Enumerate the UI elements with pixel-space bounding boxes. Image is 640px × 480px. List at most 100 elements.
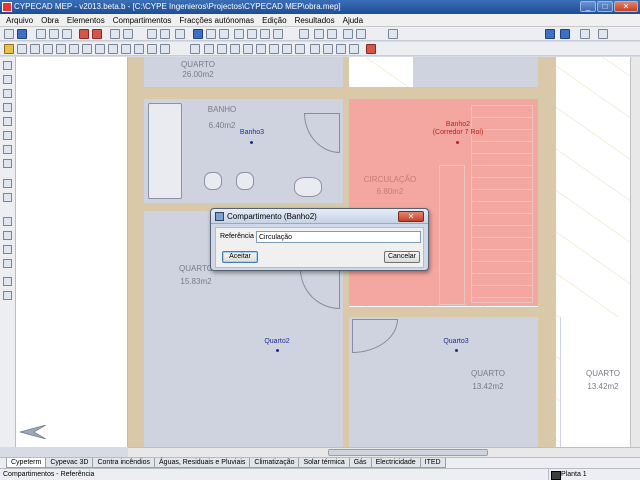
menu-compartimentos[interactable]: Compartimentos [109, 16, 176, 25]
folder-icon[interactable] [4, 44, 14, 54]
camera-icon[interactable] [79, 29, 89, 39]
stretch-icon[interactable] [243, 44, 253, 54]
room-icon[interactable] [3, 89, 12, 98]
tab-electricidade[interactable]: Electricidade [370, 458, 421, 468]
room-edit-icon[interactable] [3, 103, 12, 112]
list-icon[interactable] [95, 44, 105, 54]
move-icon[interactable] [204, 44, 214, 54]
reference-icon[interactable] [3, 159, 12, 168]
menu-ajuda[interactable]: Ajuda [339, 16, 367, 25]
delete-icon[interactable] [366, 44, 376, 54]
check2-icon[interactable] [310, 44, 320, 54]
hammer-icon[interactable] [3, 75, 12, 84]
options-icon[interactable] [17, 44, 27, 54]
height-icon[interactable] [3, 217, 12, 226]
zoom-in-icon[interactable] [247, 29, 257, 39]
group-icon[interactable] [349, 44, 359, 54]
help-icon[interactable] [560, 29, 570, 39]
wrench-icon[interactable] [36, 29, 46, 39]
scroll-thumb[interactable] [328, 449, 488, 456]
select-icon[interactable] [323, 44, 333, 54]
menu-fraccoes[interactable]: Fracções autónomas [175, 16, 258, 25]
arrow-up-icon[interactable] [147, 29, 157, 39]
menu-edicao[interactable]: Edição [258, 16, 290, 25]
table-icon[interactable] [43, 44, 53, 54]
layers2-icon[interactable] [69, 44, 79, 54]
info-icon[interactable] [580, 29, 590, 39]
layers-icon[interactable] [327, 29, 337, 39]
redraw-icon[interactable] [193, 29, 203, 39]
menu-resultados[interactable]: Resultados [291, 16, 339, 25]
minimize-button[interactable]: _ [580, 1, 596, 12]
menu-obra[interactable]: Obra [37, 16, 63, 25]
dialog-close-button[interactable]: ✕ [398, 211, 424, 222]
trim-icon[interactable] [282, 44, 292, 54]
tab-gas[interactable]: Gás [348, 458, 372, 468]
room-copy-icon[interactable] [3, 117, 12, 126]
new-file-icon[interactable] [4, 29, 14, 39]
check-icon[interactable] [82, 44, 92, 54]
height3-icon[interactable] [3, 245, 12, 254]
tab-contra-incendios[interactable]: Contra incêndios [92, 458, 156, 468]
ortho-icon[interactable] [343, 29, 353, 39]
room-delete-icon[interactable] [3, 131, 12, 140]
grid-icon[interactable] [356, 29, 366, 39]
hatch-icon[interactable] [3, 145, 12, 154]
maximize-button[interactable]: □ [597, 1, 613, 12]
assign-icon[interactable] [336, 44, 346, 54]
join-icon[interactable] [3, 193, 12, 202]
redo-icon[interactable] [123, 29, 133, 39]
print-icon[interactable] [299, 29, 309, 39]
tab-cypeterm[interactable]: Cypeterm [6, 458, 47, 468]
info2-icon[interactable] [295, 44, 305, 54]
dimension-icon[interactable] [314, 29, 324, 39]
mirror-icon[interactable] [230, 44, 240, 54]
rotate-icon[interactable] [217, 44, 227, 54]
room-top-right[interactable] [413, 57, 538, 87]
level-select-icon[interactable] [160, 29, 170, 39]
pointer-icon[interactable] [3, 61, 12, 70]
menu-elementos[interactable]: Elementos [63, 16, 109, 25]
horizontal-scrollbar[interactable] [128, 447, 640, 457]
undo-icon[interactable] [110, 29, 120, 39]
floor-indicator[interactable]: Planta 1 [548, 469, 587, 480]
measure2-icon[interactable] [3, 259, 12, 268]
menu-arquivo[interactable]: Arquivo [2, 16, 37, 25]
tab-aguas[interactable]: Águas, Residuais e Pluviais [154, 458, 251, 468]
edit-icon[interactable] [134, 44, 144, 54]
zoom-window-icon[interactable] [234, 29, 244, 39]
pipe-icon[interactable] [3, 291, 12, 300]
snap-icon[interactable] [121, 44, 131, 54]
split-icon[interactable] [3, 179, 12, 188]
measure-icon[interactable] [269, 44, 279, 54]
height2-icon[interactable] [3, 231, 12, 240]
pan-icon[interactable] [206, 29, 216, 39]
question-icon[interactable] [598, 29, 608, 39]
vertical-scrollbar[interactable] [630, 57, 640, 447]
view-icon[interactable] [62, 29, 72, 39]
render-icon[interactable] [92, 29, 102, 39]
copy-icon[interactable] [147, 44, 157, 54]
text-icon[interactable] [160, 44, 170, 54]
report-icon[interactable] [30, 44, 40, 54]
cursor-icon[interactable] [108, 44, 118, 54]
tab-solar[interactable]: Solar térmica [298, 458, 350, 468]
zoom-all-icon[interactable] [273, 29, 283, 39]
plant-icon[interactable] [3, 277, 12, 286]
drawing-icon[interactable] [56, 44, 66, 54]
referencia-input[interactable]: Circulação [256, 231, 421, 243]
tab-cypevac[interactable]: Cypevac 3D [45, 458, 94, 468]
tab-climatizacao[interactable]: Climatização [249, 458, 300, 468]
align-icon[interactable] [256, 44, 266, 54]
accept-button[interactable]: Aceitar [222, 251, 258, 263]
zoom-icon[interactable] [219, 29, 229, 39]
tab-ited[interactable]: ITED [419, 458, 446, 468]
web-icon[interactable] [545, 29, 555, 39]
pencil-icon[interactable] [190, 44, 200, 54]
save-icon[interactable] [17, 29, 27, 39]
binoculars-icon[interactable] [388, 29, 398, 39]
level-icon[interactable] [49, 29, 59, 39]
close-button[interactable]: ✕ [614, 1, 638, 12]
zoom-out-icon[interactable] [260, 29, 270, 39]
arrow-down-icon[interactable] [175, 29, 185, 39]
